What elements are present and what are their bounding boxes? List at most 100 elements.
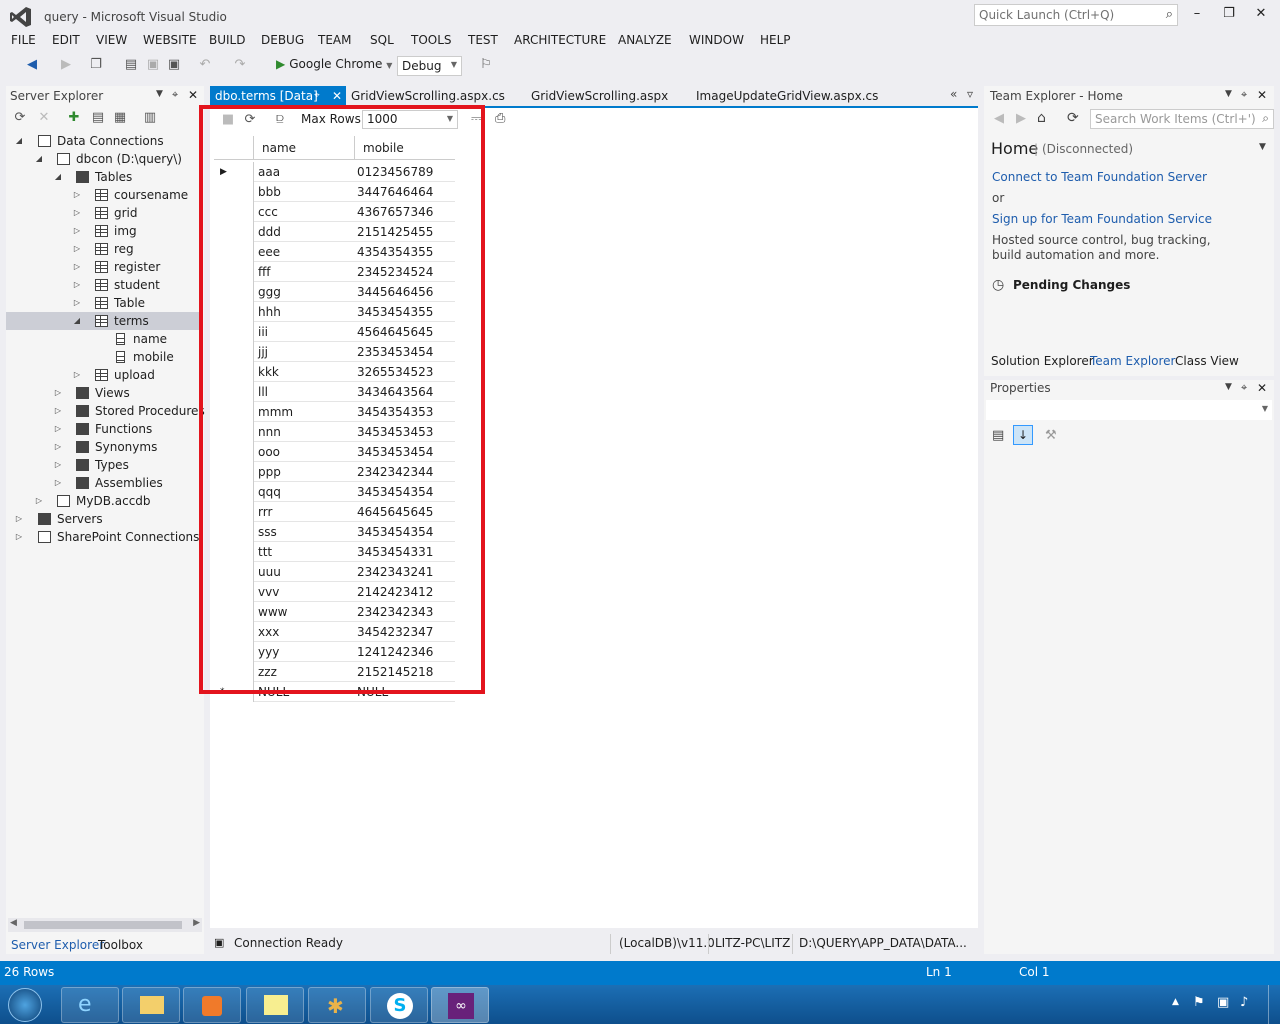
scroll-left-icon[interactable]: ◀	[10, 918, 17, 928]
network-icon[interactable]: ▣	[1217, 995, 1229, 1010]
tree-item-table[interactable]: ▷ Table	[6, 294, 202, 312]
menu-analyze[interactable]: ANALYZE	[618, 33, 672, 47]
pending-changes-link[interactable]: Pending Changes	[1013, 278, 1130, 292]
forward-icon[interactable]: ▶	[1016, 111, 1026, 126]
menu-sql[interactable]: SQL	[370, 33, 394, 47]
tree-item-mydb-accdb[interactable]: ▷ MyDB.accdb	[6, 492, 202, 510]
scroll-right-icon[interactable]: ▶	[193, 918, 200, 928]
horizontal-scrollbar[interactable]: ◀ ▶	[8, 918, 202, 932]
expanded-arrow-icon[interactable]: ◢	[14, 132, 24, 150]
collapsed-arrow-icon[interactable]: ▷	[53, 384, 63, 402]
tree-item-dbcon[interactable]: ◢ dbcon (D:\query\)	[6, 150, 202, 168]
home-icon[interactable]: ⌂	[1037, 110, 1046, 126]
tree-item-terms[interactable]: ◢ terms	[6, 312, 202, 330]
new-project-icon[interactable]: ❐	[88, 57, 104, 73]
back-icon[interactable]: ◀	[24, 57, 40, 73]
collapsed-arrow-icon[interactable]: ▷	[14, 510, 24, 528]
close-window-button[interactable]: ✕	[1246, 6, 1276, 26]
sharepoint-connect-icon[interactable]: ▦	[112, 110, 128, 126]
panel-dropdown-icon[interactable]: ▼	[1225, 382, 1232, 392]
pin-icon[interactable]: ⌖	[314, 86, 320, 106]
tree-item-column-name[interactable]: name	[6, 330, 202, 348]
pin-icon[interactable]: ⌖	[1241, 381, 1247, 395]
collapsed-arrow-icon[interactable]: ▷	[53, 474, 63, 492]
tree-item-data-connections[interactable]: ◢ Data Connections	[6, 132, 202, 150]
collapsed-arrow-icon[interactable]: ▷	[53, 420, 63, 438]
property-pages-icon[interactable]: ⚒	[1045, 428, 1057, 443]
collapsed-arrow-icon[interactable]: ▷	[53, 438, 63, 456]
menu-debug[interactable]: DEBUG	[261, 33, 304, 47]
properties-object-select[interactable]: ▼	[986, 400, 1272, 420]
menu-tools[interactable]: TOOLS	[411, 33, 452, 47]
expanded-arrow-icon[interactable]: ◢	[34, 150, 44, 168]
refresh-icon[interactable]: ⟳	[1067, 110, 1079, 126]
menu-architecture[interactable]: ARCHITECTURE	[514, 33, 606, 47]
close-panel-icon[interactable]: ✕	[1257, 381, 1267, 395]
browser-link-icon[interactable]: ⚐	[478, 57, 494, 73]
action-center-icon[interactable]: ⚑	[1193, 995, 1205, 1010]
visual-studio-taskbar-icon[interactable]: ∞	[431, 987, 489, 1023]
pin-icon[interactable]: ⌖	[1241, 88, 1247, 102]
panel-dropdown-icon[interactable]: ▼	[156, 89, 163, 99]
tree-item-synonyms[interactable]: ▷ Synonyms	[6, 438, 202, 456]
menu-test[interactable]: TEST	[468, 33, 498, 47]
close-panel-icon[interactable]: ✕	[188, 88, 198, 102]
collapsed-arrow-icon[interactable]: ▷	[72, 204, 82, 222]
signup-tfs-link[interactable]: Sign up for Team Foundation Service	[992, 212, 1212, 226]
back-icon[interactable]: ◀	[994, 111, 1004, 126]
tab-team-explorer[interactable]: Team Explorer	[1090, 354, 1176, 368]
collapsed-arrow-icon[interactable]: ▷	[53, 456, 63, 474]
expanded-arrow-icon[interactable]: ◢	[72, 312, 82, 330]
show-desktop-button[interactable]	[1268, 985, 1280, 1024]
tree-item-student[interactable]: ▷ student	[6, 276, 202, 294]
sticky-notes-icon[interactable]	[246, 987, 304, 1023]
stop-icon[interactable]: ✕	[36, 110, 52, 126]
file-explorer-icon[interactable]	[122, 987, 180, 1023]
ccleaner-icon[interactable]: ✱	[308, 987, 366, 1023]
menu-build[interactable]: BUILD	[209, 33, 245, 47]
alphabetical-icon[interactable]: ↓	[1013, 425, 1033, 445]
collapsed-arrow-icon[interactable]: ▷	[72, 258, 82, 276]
search-work-items-input[interactable]: Search Work Items (Ctrl+') ⌕	[1090, 109, 1274, 129]
forward-icon[interactable]: ▶	[58, 57, 74, 73]
expanded-arrow-icon[interactable]: ◢	[53, 168, 63, 186]
volume-icon[interactable]: ♪	[1240, 995, 1248, 1010]
restore-button[interactable]: ❐	[1214, 6, 1244, 26]
chevron-down-icon[interactable]: ▼	[1259, 142, 1266, 152]
collapsed-arrow-icon[interactable]: ▷	[53, 402, 63, 420]
tree-item-grid[interactable]: ▷ grid	[6, 204, 202, 222]
scroll-tabs-icon[interactable]: «	[950, 87, 957, 101]
collapsed-arrow-icon[interactable]: ▷	[72, 186, 82, 204]
collapsed-arrow-icon[interactable]: ▷	[72, 366, 82, 384]
collapsed-arrow-icon[interactable]: ▷	[72, 294, 82, 312]
menu-help[interactable]: HELP	[760, 33, 791, 47]
tree-item-servers[interactable]: ▷ Servers	[6, 510, 202, 528]
close-panel-icon[interactable]: ✕	[1257, 88, 1267, 102]
tree-item-reg[interactable]: ▷ reg	[6, 240, 202, 258]
open-file-icon[interactable]: ▤	[123, 57, 139, 73]
menu-team[interactable]: TEAM	[318, 33, 351, 47]
connect-to-database-icon[interactable]: ✚	[66, 110, 82, 126]
properties-icon[interactable]: ▥	[142, 110, 158, 126]
media-player-icon[interactable]	[183, 987, 241, 1023]
tab-gridviewscrolling-aspx-cs[interactable]: GridViewScrolling.aspx.cs	[346, 86, 510, 106]
collapsed-arrow-icon[interactable]: ▷	[72, 276, 82, 294]
tree-item-sharepoint-connections[interactable]: ▷ SharePoint Connections	[6, 528, 202, 546]
panel-dropdown-icon[interactable]: ▼	[1225, 89, 1232, 99]
tab-dbo-terms-data[interactable]: dbo.terms [Data] ⌖ ✕	[210, 86, 346, 106]
collapsed-arrow-icon[interactable]: ▷	[72, 240, 82, 258]
skype-icon[interactable]: S	[370, 987, 428, 1023]
tree-item-column-mobile[interactable]: mobile	[6, 348, 202, 366]
scrollbar-thumb[interactable]	[24, 921, 182, 929]
connect-tfs-link[interactable]: Connect to Team Foundation Server	[992, 170, 1207, 184]
collapsed-arrow-icon[interactable]: ▷	[72, 222, 82, 240]
tab-server-explorer[interactable]: Server Explorer	[11, 938, 104, 952]
close-tab-icon[interactable]: ✕	[332, 86, 342, 106]
tab-solution-explorer[interactable]: Solution Explorer	[991, 354, 1094, 368]
menu-window[interactable]: WINDOW	[689, 33, 744, 47]
collapsed-arrow-icon[interactable]: ▷	[14, 528, 24, 546]
redo-icon[interactable]: ↷	[232, 57, 248, 73]
tab-gridviewscrolling-aspx[interactable]: GridViewScrolling.aspx	[526, 86, 673, 106]
pin-icon[interactable]: ⌖	[172, 88, 178, 102]
menu-website[interactable]: WEBSITE	[143, 33, 197, 47]
